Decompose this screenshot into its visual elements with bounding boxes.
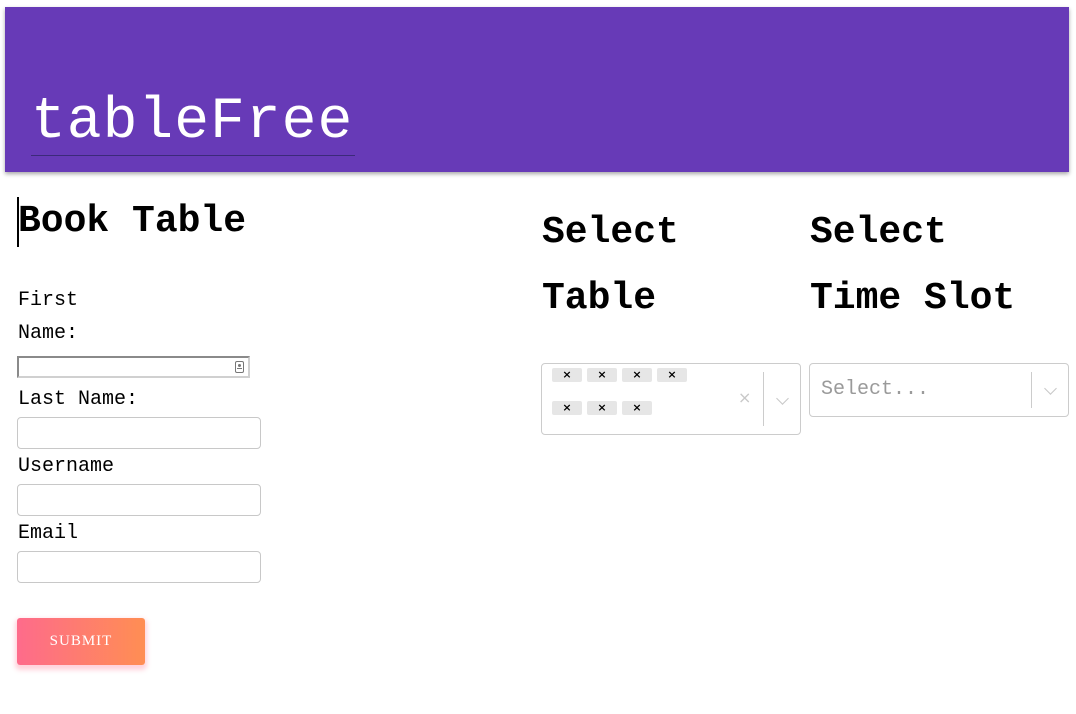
select-table-heading-line2: Table (542, 277, 657, 320)
last-name-label: Last Name: (18, 388, 139, 411)
chevron-down-icon[interactable] (776, 392, 789, 405)
username-field[interactable] (17, 484, 261, 516)
chip-remove-icon[interactable]: × (622, 401, 652, 415)
first-name-field[interactable] (17, 356, 250, 378)
table-multi-select[interactable]: × × × × × × × × (541, 363, 801, 435)
email-field[interactable] (17, 551, 261, 583)
indicator-separator (1031, 372, 1032, 408)
email-label: Email (18, 522, 79, 545)
brand-link[interactable]: tableFree (31, 91, 356, 156)
clear-icon[interactable]: × (738, 388, 751, 407)
first-name-label-line1: First (18, 289, 79, 312)
chip-remove-icon[interactable]: × (622, 368, 652, 382)
last-name-field[interactable] (17, 417, 261, 449)
username-label: Username (18, 455, 115, 478)
app-header: tableFree (5, 7, 1069, 172)
time-slot-placeholder: Select... (821, 378, 930, 401)
chip-remove-icon[interactable]: × (552, 368, 582, 382)
select-time-heading-line1: Select (810, 211, 947, 254)
submit-button[interactable]: SUBMIT (17, 618, 145, 665)
chip-remove-icon[interactable]: × (657, 368, 687, 382)
select-table-heading-line1: Select (542, 211, 679, 254)
time-slot-select[interactable]: Select... (809, 363, 1069, 417)
form-title: Book Table (18, 200, 247, 243)
first-name-label-line2: Name: (18, 322, 79, 345)
chip-remove-icon[interactable]: × (552, 401, 582, 415)
chip-remove-icon[interactable]: × (587, 368, 617, 382)
select-time-heading-line2: Time Slot (810, 277, 1016, 320)
chevron-down-icon[interactable] (1044, 382, 1057, 395)
contact-card-icon[interactable] (235, 361, 244, 373)
chip-remove-icon[interactable]: × (587, 401, 617, 415)
indicator-separator (763, 372, 764, 426)
